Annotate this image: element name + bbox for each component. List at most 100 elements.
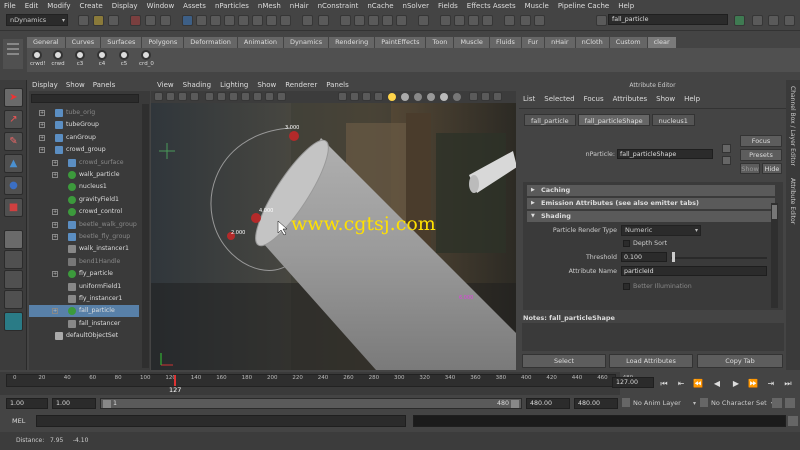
motion-blur-icon[interactable] <box>440 93 448 101</box>
shelf-tab-surfaces[interactable]: Surfaces <box>101 37 143 48</box>
xray-joints-icon[interactable] <box>493 92 502 101</box>
multisample-icon[interactable] <box>453 93 461 101</box>
command-input[interactable] <box>36 415 406 427</box>
safe-title-icon[interactable] <box>277 92 286 101</box>
shelf-tab-deformation[interactable]: Deformation <box>184 37 238 48</box>
attribute-name-field[interactable]: particleId <box>621 266 767 276</box>
outliner-row[interactable]: + beetle_walk_group <box>29 219 139 231</box>
expand-icon[interactable]: + <box>52 209 58 216</box>
node-name-field[interactable]: fall_particleShape <box>617 149 713 159</box>
menu-modify[interactable]: Modify <box>47 2 70 10</box>
copy-tab-button[interactable]: Copy Tab <box>697 354 783 368</box>
ae-menu-list[interactable]: List <box>523 94 535 105</box>
shelf-button-c3[interactable]: c3 <box>73 50 87 67</box>
shelf-options-handle[interactable] <box>3 39 23 69</box>
persp-graph-layout-icon[interactable] <box>4 290 23 309</box>
image-plane-icon[interactable] <box>190 92 199 101</box>
notes-field[interactable] <box>522 323 784 351</box>
wireframe-on-shaded-icon[interactable] <box>362 92 371 101</box>
depth-sort-checkbox[interactable] <box>623 240 630 247</box>
perspective-viewport[interactable]: View Shading Lighting Show Renderer Pane… <box>151 80 516 370</box>
paint-select-tool-icon[interactable]: ✎ <box>4 132 23 151</box>
attribute-editor-toggle-icon[interactable] <box>734 15 745 26</box>
script-editor-icon[interactable] <box>788 416 798 426</box>
render-view-icon[interactable] <box>440 15 451 26</box>
use-all-lights-icon[interactable] <box>401 93 409 101</box>
highlight-selection-icon[interactable] <box>318 15 329 26</box>
isolate-select-icon[interactable] <box>469 92 478 101</box>
ae-menu-help[interactable]: Help <box>684 94 700 105</box>
scale-tool-icon[interactable]: ■ <box>4 198 23 217</box>
select-hierarchy-icon[interactable] <box>130 15 141 26</box>
shelf-tab-nhair[interactable]: nHair <box>545 37 576 48</box>
outliner-row[interactable]: walk_instancer1 <box>29 243 139 255</box>
animation-preferences-icon[interactable] <box>785 398 795 408</box>
snap-point-icon[interactable] <box>368 15 379 26</box>
shelf-tab-fur[interactable]: Fur <box>521 37 546 48</box>
threshold-slider-handle[interactable] <box>672 252 675 262</box>
select-button[interactable]: Select <box>522 354 606 368</box>
shelf-button-crwd-bang[interactable]: crwd! <box>30 50 45 67</box>
mask-deformers-icon[interactable] <box>238 15 249 26</box>
safe-action-icon[interactable] <box>265 92 274 101</box>
shelf-tab-toon[interactable]: Toon <box>426 37 455 48</box>
viewport-scene[interactable]: 3.000 4.000 2.000 6.000 www.cgtsj.com <box>151 103 516 370</box>
outliner-row[interactable]: nucleus1 <box>29 181 139 193</box>
outliner-row[interactable]: + crowd_surface <box>29 157 139 169</box>
ambient-occlusion-icon[interactable] <box>427 93 435 101</box>
shelf-tab-clear[interactable]: clear <box>647 37 677 48</box>
expand-icon[interactable]: + <box>39 110 45 116</box>
expand-icon[interactable]: + <box>39 147 45 154</box>
wireframe-icon[interactable] <box>338 92 347 101</box>
tab-nucleus1[interactable]: nucleus1 <box>651 114 695 126</box>
mask-misc-icon[interactable] <box>280 15 291 26</box>
camera-attributes-icon[interactable] <box>166 92 175 101</box>
shelf-tab-custom[interactable]: Custom <box>609 37 648 48</box>
shelf-button-c5[interactable]: c5 <box>117 50 131 67</box>
go-to-output-icon[interactable] <box>722 156 731 165</box>
outliner-menu-display[interactable]: Display <box>32 80 58 91</box>
menu-effects-assets[interactable]: Effects Assets <box>467 2 516 10</box>
go-to-end-icon[interactable]: ⏭ <box>783 379 793 389</box>
outliner-row[interactable]: + fly_particle <box>29 268 139 280</box>
mask-rendering-icon[interactable] <box>266 15 277 26</box>
outliner-row[interactable]: + tube_orig <box>29 107 139 119</box>
outliner-row[interactable]: + beetle_fly_group <box>29 231 139 243</box>
menu-pipeline-cache[interactable]: Pipeline Cache <box>558 2 609 10</box>
expand-icon[interactable]: + <box>52 271 58 278</box>
attribute-editor-tab[interactable]: Attribute Editor <box>789 178 796 224</box>
range-slider[interactable]: 1 480 <box>100 398 522 409</box>
ae-menu-show[interactable]: Show <box>656 94 675 105</box>
load-attributes-button[interactable]: Load Attributes <box>609 354 693 368</box>
viewport-menu-view[interactable]: View <box>157 80 174 91</box>
outliner-row[interactable]: + tubeGroup <box>29 119 139 131</box>
go-to-input-icon[interactable] <box>722 144 731 153</box>
step-forward-frame-icon[interactable]: ⇥ <box>766 379 776 389</box>
snap-curve-icon[interactable] <box>354 15 365 26</box>
viewport-menu-panels[interactable]: Panels <box>326 80 349 91</box>
outliner-menu-show[interactable]: Show <box>66 80 85 91</box>
expand-icon[interactable]: + <box>52 172 58 178</box>
menu-nsolver[interactable]: nSolver <box>403 2 429 10</box>
make-live-icon[interactable] <box>396 15 407 26</box>
use-default-light-icon[interactable] <box>388 93 396 101</box>
command-language-label[interactable]: MEL <box>12 417 25 425</box>
ae-menu-attributes[interactable]: Attributes <box>613 94 648 105</box>
shadows-icon[interactable] <box>414 93 422 101</box>
construction-history-icon[interactable] <box>418 15 429 26</box>
ae-menu-focus[interactable]: Focus <box>584 94 604 105</box>
current-time-indicator[interactable] <box>174 375 177 386</box>
menu-edit[interactable]: Edit <box>25 2 39 10</box>
step-back-key-icon[interactable]: ⏪ <box>693 379 703 389</box>
ipr-render-icon[interactable] <box>468 15 479 26</box>
menu-assets[interactable]: Assets <box>183 2 206 10</box>
viewport-menu-show[interactable]: Show <box>257 80 276 91</box>
anim-layer-dropdown[interactable]: No Anim Layer <box>630 398 698 409</box>
lasso-tool-icon[interactable]: ↗ <box>4 110 23 129</box>
selection-field-icon[interactable] <box>534 15 545 26</box>
hypershade-layout-icon[interactable] <box>4 312 23 331</box>
mask-surfaces-icon[interactable] <box>224 15 235 26</box>
end-time-field[interactable]: 480.00 <box>574 398 618 409</box>
select-component-icon[interactable] <box>160 15 171 26</box>
menu-file[interactable]: File <box>4 2 16 10</box>
